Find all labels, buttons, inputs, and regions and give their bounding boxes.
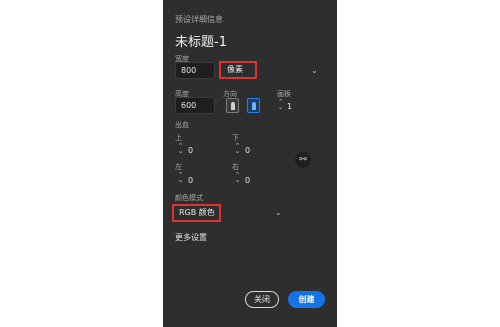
color-mode-chevron-down-icon[interactable]: ⌄ (275, 208, 282, 217)
bleed-right-value[interactable]: 0 (245, 176, 250, 185)
link-icon[interactable]: ⚯ (295, 152, 311, 168)
more-settings-link[interactable]: 更多设置 (175, 232, 207, 243)
height-input[interactable]: 600 (175, 97, 215, 114)
document-title[interactable]: 未标题-1 (175, 31, 227, 50)
artboards-stepper-icon[interactable]: ⌃ ⌄ (277, 99, 284, 111)
unit-value: 像素 (227, 65, 243, 74)
bleed-left-stepper-icon[interactable]: ⌃ ⌄ (177, 172, 184, 184)
close-button[interactable]: 关闭 (245, 291, 279, 308)
unit-select[interactable]: 像素 (219, 61, 257, 79)
new-document-panel: 预设详细信息 未标题-1 宽度 800 像素 ⌄ 高度 600 方向 画板 ⌃ ⌄… (163, 0, 337, 327)
width-input[interactable]: 800 (175, 62, 215, 79)
color-mode-select[interactable]: RGB 颜色 (172, 204, 221, 222)
color-mode-label: 颜色模式 (175, 194, 203, 202)
landscape-icon[interactable] (247, 98, 260, 113)
bleed-label: 出血 (175, 121, 189, 129)
bleed-right-stepper-icon[interactable]: ⌃ ⌄ (234, 172, 241, 184)
bleed-left-value[interactable]: 0 (188, 176, 193, 185)
bleed-top-value[interactable]: 0 (188, 146, 193, 155)
unit-chevron-down-icon[interactable]: ⌄ (311, 66, 318, 75)
height-value: 600 (181, 101, 197, 110)
artboards-value[interactable]: 1 (287, 102, 292, 111)
bleed-bottom-stepper-icon[interactable]: ⌃ ⌄ (234, 143, 241, 155)
bleed-bottom-value[interactable]: 0 (245, 146, 250, 155)
create-button[interactable]: 创建 (288, 291, 325, 308)
width-value: 800 (181, 66, 197, 75)
portrait-icon[interactable] (226, 98, 239, 113)
bleed-top-stepper-icon[interactable]: ⌃ ⌄ (177, 143, 184, 155)
color-mode-value: RGB 颜色 (179, 208, 215, 217)
section-title: 预设详细信息 (175, 15, 223, 24)
